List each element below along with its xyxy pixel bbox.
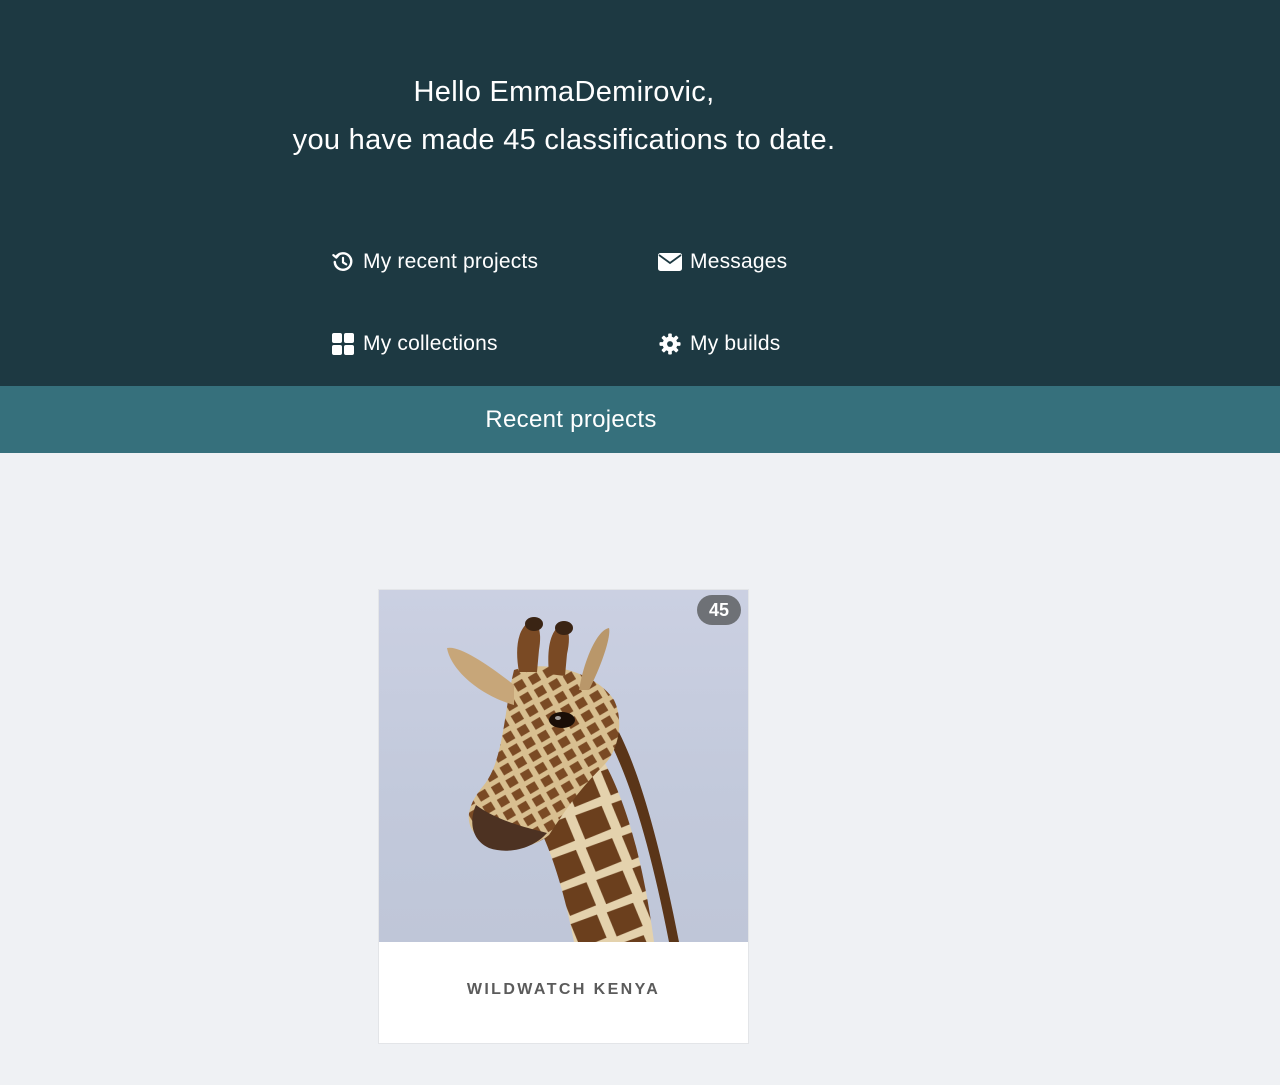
- my-builds-link[interactable]: My builds: [658, 332, 781, 356]
- greeting-line-2: you have made 45 classifications to date…: [292, 124, 836, 156]
- history-icon: [331, 250, 355, 274]
- my-collections-link[interactable]: My collections: [331, 332, 498, 356]
- recent-projects-title: Recent projects: [485, 406, 657, 433]
- project-card[interactable]: 45 WILDWATCH KENYA: [378, 589, 749, 1044]
- classification-count-badge: 45: [697, 595, 741, 625]
- greeting: Hello EmmaDemirovic, you have made 45 cl…: [0, 68, 1128, 164]
- my-recent-projects-link[interactable]: My recent projects: [331, 250, 538, 274]
- greeting-line-1: Hello EmmaDemirovic,: [413, 76, 715, 108]
- my-recent-projects-label: My recent projects: [363, 250, 539, 273]
- gear-icon: [658, 332, 682, 356]
- recent-projects-bar: Recent projects: [0, 386, 1280, 453]
- giraffe-photo: [447, 617, 679, 942]
- project-image: 45: [379, 590, 748, 942]
- my-collections-label: My collections: [363, 332, 498, 355]
- envelope-icon: [658, 250, 682, 274]
- grid-icon: [331, 332, 355, 356]
- hero-header: Hello EmmaDemirovic, you have made 45 cl…: [0, 0, 1280, 386]
- my-builds-label: My builds: [690, 332, 781, 355]
- project-name: WILDWATCH KENYA: [466, 981, 661, 998]
- messages-label: Messages: [690, 250, 788, 273]
- messages-link[interactable]: Messages: [658, 250, 787, 274]
